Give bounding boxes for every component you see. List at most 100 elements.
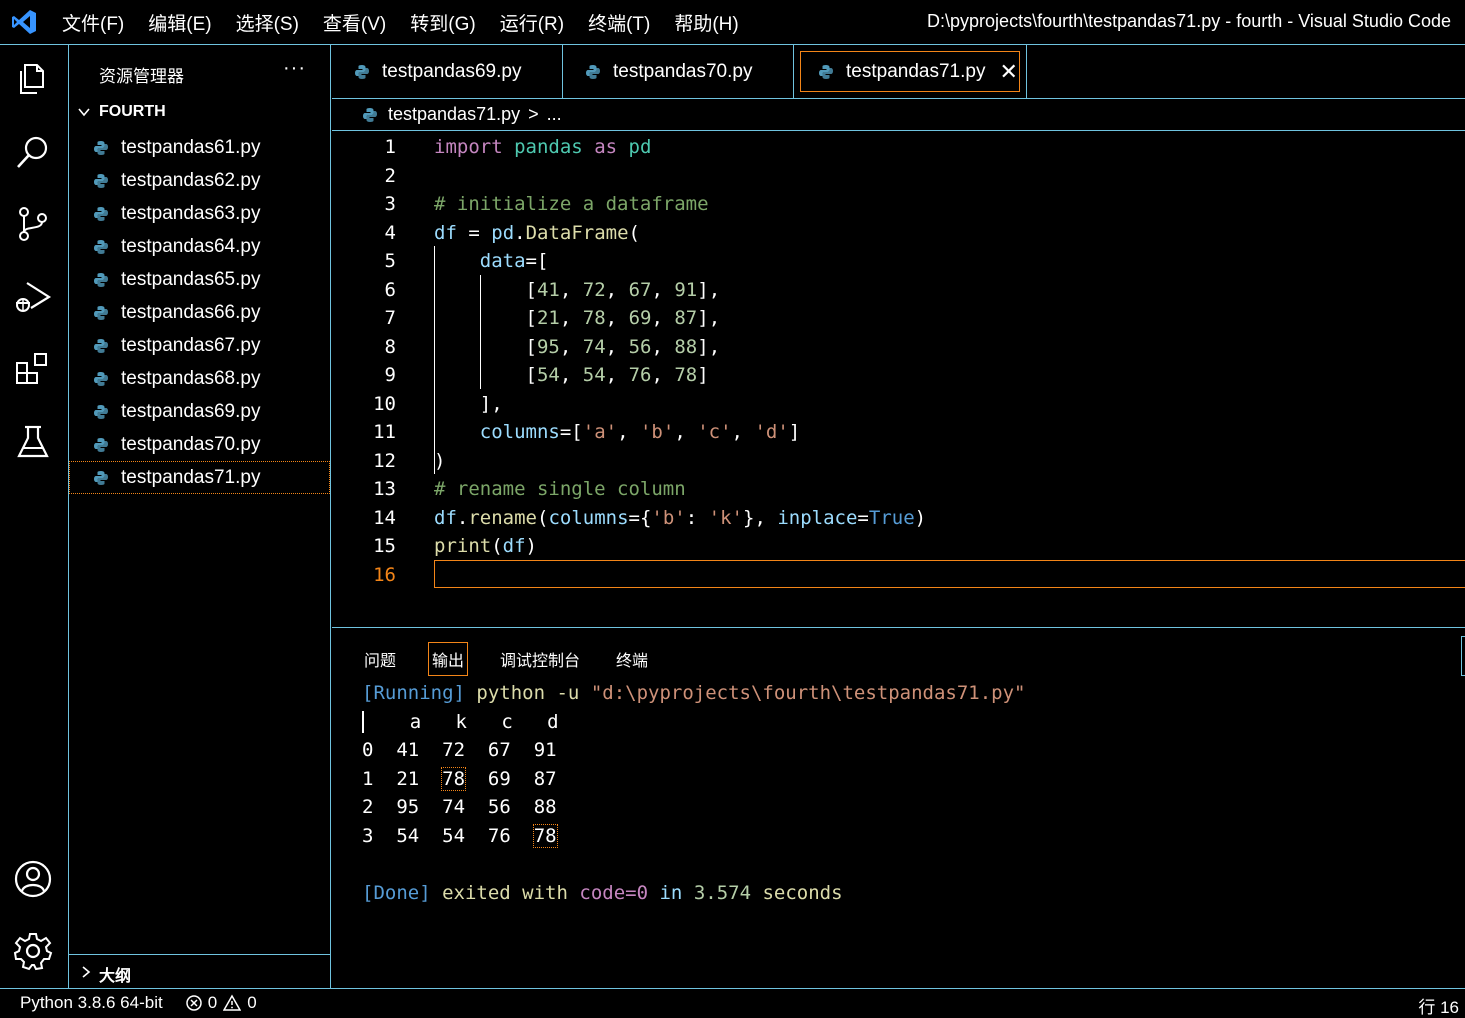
more-actions-icon[interactable]: ···	[283, 57, 306, 80]
run-debug-icon[interactable]	[13, 277, 53, 317]
code-line[interactable]: 14 df.rename(columns={'b': 'k'}, inplace=…	[332, 507, 1465, 535]
panel-tabs: 问题 输出 调试控制台 终端	[364, 642, 684, 676]
done-text: in	[659, 882, 683, 905]
explorer-title: 资源管理器	[99, 67, 184, 86]
menu-run[interactable]: 运行(R)	[500, 9, 564, 36]
code-text: [95, 74, 56, 88],	[525, 335, 721, 358]
search-icon[interactable]	[13, 132, 53, 172]
python-file-icon	[94, 239, 108, 254]
testing-icon[interactable]	[13, 422, 53, 462]
menu-file[interactable]: 文件(F)	[62, 9, 124, 36]
elapsed-time: 3.574	[693, 882, 752, 905]
breadcrumb-symbol[interactable]: ...	[547, 104, 562, 125]
file-label: testpandas64.py	[121, 235, 261, 257]
file-list: testpandas61.py testpandas62.py testpandas…	[69, 131, 330, 494]
done-text: seconds	[762, 882, 843, 905]
file-item[interactable]: testpandas71.py	[69, 461, 330, 494]
python-file-icon	[94, 305, 108, 320]
file-item[interactable]: testpandas66.py	[69, 296, 330, 329]
file-label: testpandas67.py	[121, 334, 261, 356]
extensions-icon[interactable]	[13, 349, 53, 389]
python-interpreter[interactable]: Python 3.8.6 64-bit	[20, 993, 163, 1013]
cell: 54	[442, 824, 466, 847]
cursor-position[interactable]: 行 16	[1418, 993, 1459, 1018]
menu-help[interactable]: 帮助(H)	[674, 9, 738, 36]
breadcrumb-separator: >	[528, 104, 539, 124]
explorer-sidebar: 资源管理器 ··· FOURTH testpandas61.py testpand…	[69, 45, 331, 988]
row-index: 0	[362, 739, 374, 762]
file-item[interactable]: testpandas65.py	[69, 263, 330, 296]
tab-problems[interactable]: 问题	[364, 646, 396, 672]
code-text: df.rename(columns={'b': 'k'}, inplace=Tr…	[434, 506, 927, 529]
file-item[interactable]: testpandas63.py	[69, 197, 330, 230]
panel-scrollbar[interactable]	[1461, 636, 1465, 676]
line-number: 14	[373, 506, 396, 529]
cell: 88	[533, 796, 557, 819]
line-number: 2	[384, 164, 396, 187]
settings-gear-icon[interactable]	[13, 931, 53, 971]
folder-fourth[interactable]: FOURTH	[77, 103, 166, 121]
python-file-icon	[94, 338, 108, 353]
code-line[interactable]: 10 ],	[332, 393, 1465, 421]
code-text: )	[434, 449, 446, 472]
code-line[interactable]: 2	[332, 165, 1465, 193]
python-file-icon	[94, 371, 108, 386]
column-header: c	[501, 710, 513, 733]
tab-testpandas69[interactable]: testpandas69.py	[332, 45, 563, 98]
file-item[interactable]: testpandas62.py	[69, 164, 330, 197]
menu-go[interactable]: 转到(G)	[410, 9, 475, 36]
file-item[interactable]: testpandas70.py	[69, 428, 330, 461]
tab-terminal[interactable]: 终端	[616, 646, 648, 672]
menu-edit[interactable]: 编辑(E)	[148, 9, 211, 36]
code-line[interactable]: 11 columns=['a', 'b', 'c', 'd']	[332, 421, 1465, 449]
code-line[interactable]: 5 data=[	[332, 250, 1465, 278]
tab-testpandas70[interactable]: testpandas70.py	[563, 45, 794, 98]
menu-view[interactable]: 查看(V)	[323, 9, 386, 36]
code-line[interactable]: 13 # rename single column	[332, 478, 1465, 506]
menu-selection[interactable]: 选择(S)	[236, 9, 299, 36]
account-icon[interactable]	[13, 859, 53, 899]
problems-status[interactable]: 0 0	[185, 993, 257, 1013]
file-item[interactable]: testpandas68.py	[69, 362, 330, 395]
file-item[interactable]: testpandas69.py	[69, 395, 330, 428]
editor-tabs: testpandas69.py testpandas70.py testpand…	[332, 45, 1465, 99]
python-file-icon	[363, 107, 377, 122]
code-line[interactable]: 15 print(df)	[332, 535, 1465, 563]
done-text: exited with	[442, 882, 568, 905]
file-label: testpandas70.py	[121, 433, 261, 455]
folder-label: FOURTH	[99, 103, 166, 120]
code-line[interactable]: 6 [41, 72, 67, 91],	[332, 279, 1465, 307]
output-table-row: 1 21 78 69 87	[362, 766, 1026, 797]
code-line[interactable]: 8 [95, 74, 56, 88],	[332, 336, 1465, 364]
code-line[interactable]: 9 [54, 54, 76, 78]	[332, 364, 1465, 392]
code-line[interactable]: 4 df = pd.DataFrame(	[332, 222, 1465, 250]
code-line[interactable]: 1 import pandas as pd	[332, 136, 1465, 164]
tab-debug-console[interactable]: 调试控制台	[500, 646, 580, 672]
tab-output[interactable]: 输出	[428, 642, 469, 676]
outline-section[interactable]: 大纲	[69, 954, 330, 988]
cell: 95	[396, 796, 420, 819]
code-line[interactable]: 3 # initialize a dataframe	[332, 193, 1465, 221]
line-number: 13	[373, 478, 396, 500]
source-control-icon[interactable]	[13, 204, 53, 244]
line-number: 5	[384, 250, 396, 272]
cell: 72	[442, 739, 466, 762]
output-done-line: [Done] exited with code=0 in 3.574 secon…	[362, 882, 1026, 911]
menu-terminal[interactable]: 终端(T)	[588, 9, 650, 36]
breadcrumb: testpandas71.py > ...	[362, 104, 562, 125]
code-line[interactable]: 7 [21, 78, 69, 87],	[332, 307, 1465, 335]
cell: 69	[487, 767, 511, 790]
code-editor[interactable]: 1 import pandas as pd 2 3 # initialize a dat…	[332, 132, 1465, 626]
python-file-icon	[355, 64, 369, 79]
tab-testpandas71[interactable]: testpandas71.py ✕	[794, 45, 1027, 98]
output-content[interactable]: [Running] python -u "d:\pyprojects\fourt…	[362, 682, 1026, 911]
code-line[interactable]: 12)	[332, 450, 1465, 478]
code-text: [54, 54, 76, 78]	[525, 364, 709, 386]
file-item[interactable]: testpandas64.py	[69, 230, 330, 263]
cell: 21	[396, 767, 420, 790]
file-item[interactable]: testpandas61.py	[69, 131, 330, 164]
file-item[interactable]: testpandas67.py	[69, 329, 330, 362]
done-tag: [Done]	[362, 882, 431, 905]
breadcrumb-file[interactable]: testpandas71.py	[388, 104, 520, 125]
explorer-icon[interactable]	[13, 59, 53, 99]
